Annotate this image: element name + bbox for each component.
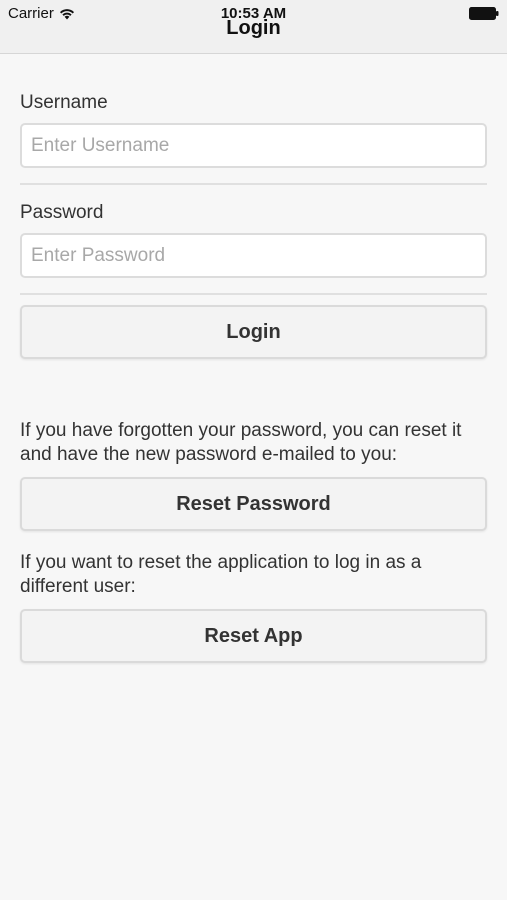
password-label: Password xyxy=(20,202,104,223)
username-input[interactable] xyxy=(20,123,487,168)
password-input[interactable] xyxy=(20,233,487,278)
username-label: Username xyxy=(20,92,108,113)
reset-app-button[interactable]: Reset App xyxy=(20,609,487,663)
reset-password-button[interactable]: Reset Password xyxy=(20,477,487,531)
reset-app-info: If you want to reset the application to … xyxy=(20,552,422,597)
reset-password-info: If you have forgotten your password, you… xyxy=(20,420,462,465)
divider xyxy=(20,293,487,295)
divider xyxy=(20,183,487,185)
page-title: Login xyxy=(226,17,281,39)
nav-bar: Carrier 10:53 AM Login xyxy=(0,0,507,54)
login-button[interactable]: Login xyxy=(20,305,487,359)
